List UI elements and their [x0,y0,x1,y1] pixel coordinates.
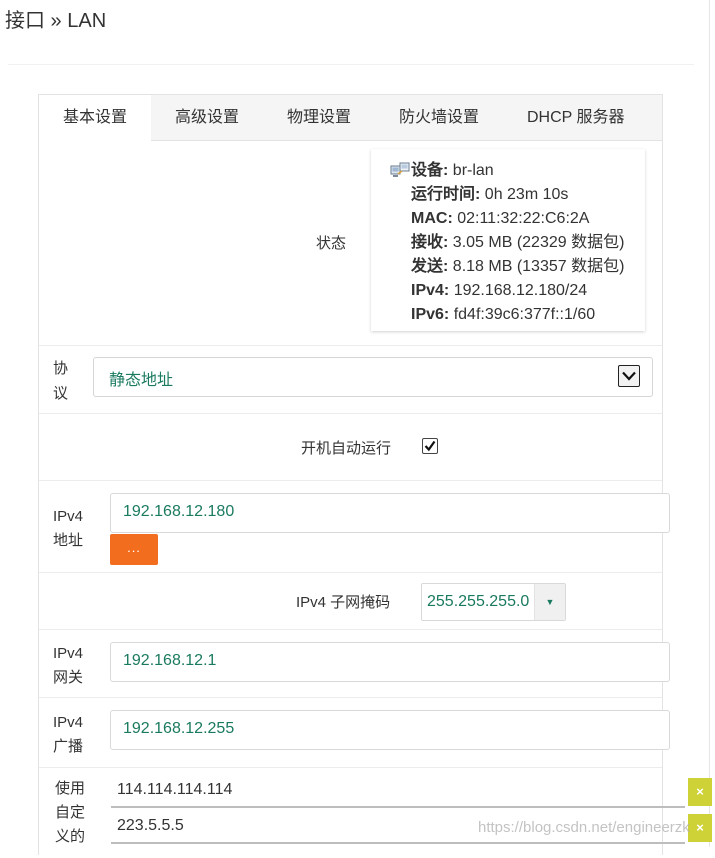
autostart-row: 开机自动运行 [39,413,662,481]
ipv4-address-label-line2: 地址 [53,532,84,549]
autostart-label: 开机自动运行 [301,440,392,457]
tab-basic-settings[interactable]: 基本设置 [39,95,151,141]
protocol-select[interactable]: 静态地址 [93,357,653,397]
chevron-down-icon[interactable] [618,365,640,387]
protocol-select-value: 静态地址 [109,372,174,389]
broadcast-row: IPv4 广播 192.168.12.255 [39,697,670,768]
status-tx: 发送: 8.18 MB (13357 数据包) [411,258,625,275]
tab-bar: 基本设置 高级设置 物理设置 防火墙设置 DHCP 服务器 [39,95,662,141]
broadcast-input[interactable]: 192.168.12.255 [110,710,670,750]
custom-dns-label-line3: 义的 [55,828,86,845]
gateway-label-line1: IPv4 [53,645,84,662]
status-rx: 接收: 3.05 MB (22329 数据包) [411,234,625,251]
status-ipv6: IPv6: fd4f:39c6:377f::1/60 [411,306,596,323]
status-uptime: 运行时间: 0h 23m 10s [411,186,569,203]
tab-physical-settings[interactable]: 物理设置 [287,95,351,140]
page-breadcrumb: 接口 » LAN [5,10,107,32]
status-panel: 设备: br-lan 运行时间: 0h 23m 10s MAC: 02:11:3… [371,149,645,331]
status-ipv4: IPv4: 192.168.12.180/24 [411,282,588,299]
protocol-label-line1: 协 [53,360,69,377]
tab-dhcp-server[interactable]: DHCP 服务器 [527,95,625,140]
gateway-label-line2: 网关 [53,669,84,686]
tab-firewall-settings[interactable]: 防火墙设置 [399,95,479,140]
protocol-label-line2: 议 [53,385,69,402]
ipv4-address-label-line1: IPv4 [53,508,84,525]
netmask-select-value: 255.255.255.0 [427,593,530,610]
ipv4-address-input[interactable]: 192.168.12.180 [110,493,670,533]
netmask-row: IPv4 子网掩码 255.255.255.0 ▼ [39,572,662,630]
autostart-checkbox[interactable] [422,438,438,454]
custom-dns-label-line2: 自定 [55,804,86,821]
remove-dns-button[interactable]: × [688,814,712,842]
netmask-label: IPv4 子网掩码 [296,594,391,611]
ipv4-address-row: IPv4 地址 192.168.12.180 ... [39,480,670,573]
checkmark-icon [424,440,436,452]
panel-divider [8,64,694,65]
tab-advanced-settings[interactable]: 高级设置 [175,95,239,140]
status-row: 状态 设备: br-lan 运行时间: 0h 23m 10s MAC: 02:1… [39,141,662,345]
protocol-row: 协 议 静态地址 [39,345,662,414]
ipv4-address-add-button[interactable]: ... [110,534,158,565]
status-mac: MAC: 02:11:32:22:C6:2A [411,210,590,227]
watermark: https://blog.csdn.net/engineerzk [478,819,690,836]
custom-dns-label-line1: 使用 [55,780,86,797]
status-label: 状态 [316,235,347,252]
custom-dns-row: 使用 自定 义的 114.114.114.114 223.5.5.5 [39,767,685,858]
status-device: 设备: br-lan [411,162,494,179]
broadcast-label-line2: 广播 [53,738,84,755]
dns-server-input[interactable]: 114.114.114.114 [111,773,685,808]
dropdown-arrow-icon[interactable]: ▼ [534,584,565,620]
netmask-select[interactable]: 255.255.255.0 ▼ [421,583,566,621]
interface-settings-card: 基本设置 高级设置 物理设置 防火墙设置 DHCP 服务器 状态 设备: br-… [38,94,685,858]
gateway-row: IPv4 网关 192.168.12.1 [39,629,670,698]
remove-dns-button[interactable]: × [688,778,712,806]
gateway-input[interactable]: 192.168.12.1 [110,642,670,682]
network-device-icon [390,162,410,177]
broadcast-label-line1: IPv4 [53,714,84,731]
window-edge [709,0,710,847]
